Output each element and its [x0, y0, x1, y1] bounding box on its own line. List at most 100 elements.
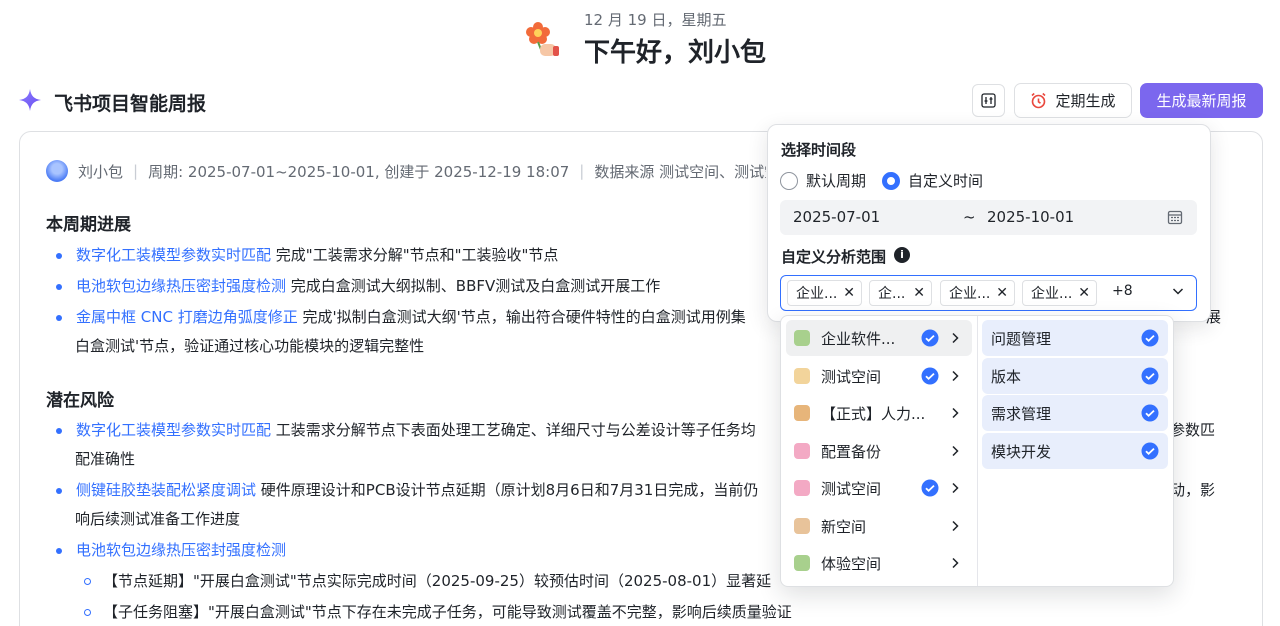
item-text: 完成'拟制白盒测试大纲'节点，输出符合硬件特性的白盒测试用例集 [302, 308, 746, 326]
schedule-button-label: 定期生成 [1055, 92, 1116, 110]
chevron-right-icon [952, 557, 959, 569]
bullet-dot [56, 487, 62, 494]
item-text: 完成白盒测试大纲拟制、BBFV测试及白盒测试开展工作 [290, 277, 661, 295]
date-end: 2025-10-01 [987, 208, 1075, 226]
module-item[interactable]: 需求管理 [982, 395, 1168, 431]
project-link[interactable]: 数字化工装模型参数实时匹配 [76, 246, 271, 264]
info-icon[interactable]: i [894, 247, 910, 263]
space-label: 测试空间 [821, 367, 882, 386]
project-link[interactable]: 电池软包边缘热压密封强度检测 [76, 541, 286, 559]
more-tags-count[interactable]: +8 [1112, 283, 1133, 299]
space-icon [794, 330, 810, 346]
item-text-tail: 动，影 [1170, 481, 1216, 499]
scope-tag: 企业... ✕ [787, 280, 862, 306]
space-item[interactable]: 【正式】人力... [786, 395, 972, 431]
item-text: 完成"工装需求分解"节点和"工装验收"节点 [275, 246, 559, 264]
tag-label: 企业... [949, 286, 991, 302]
schedule-button[interactable]: 定期生成 [1014, 83, 1132, 118]
space-icon [794, 442, 810, 459]
bullet-dot [56, 427, 62, 434]
tag-label: 企业... [1031, 286, 1073, 302]
bullet-ring [84, 609, 91, 616]
greeting-date: 12 月 19 日，星期五 [584, 11, 727, 29]
module-label: 问题管理 [991, 330, 1052, 348]
module-item[interactable]: 问题管理 [982, 320, 1168, 356]
date-range-picker[interactable]: 2025-07-01 ~ 2025-10-01 [780, 200, 1197, 235]
space-icon [794, 367, 810, 384]
bullet-dot [56, 547, 62, 554]
radio-label: 默认周期 [806, 172, 867, 190]
bullet-ring [84, 578, 91, 585]
date-start: 2025-07-01 [793, 208, 881, 226]
tag-close-icon[interactable]: ✕ [996, 285, 1008, 301]
check-icon [1141, 367, 1159, 384]
bullet-dot [56, 283, 62, 290]
module-label: 需求管理 [991, 405, 1052, 423]
chevron-right-icon [952, 445, 959, 456]
tag-close-icon[interactable]: ✕ [843, 285, 855, 301]
tag-close-icon[interactable]: ✕ [1078, 285, 1090, 301]
greeting-title: 下午好，刘小包 [584, 38, 767, 68]
check-icon [1141, 329, 1159, 347]
author-name: 刘小包 [78, 162, 124, 181]
radio-circle [780, 171, 798, 190]
module-item[interactable]: 模块开发 [982, 432, 1168, 469]
space-item[interactable]: 体验空间 [786, 545, 972, 581]
space-item[interactable]: 测试空间 [786, 358, 972, 394]
item-text-continued: 响后续测试准备工作进度 [75, 510, 241, 528]
scope-label: 自定义分析范围 [781, 248, 887, 266]
sparkle-icon [19, 89, 41, 111]
check-icon [921, 367, 939, 384]
project-link[interactable]: 侧键硅胶垫装配松紧度调试 [76, 481, 256, 499]
tag-label: 企业... [796, 286, 838, 302]
tag-label: 企... [878, 286, 906, 302]
report-period: 周期: 2025-07-01~2025-10-01, 创建于 2025-12-1… [148, 162, 570, 181]
space-label: 企业软件... [821, 330, 896, 348]
radio-label: 自定义时间 [908, 172, 984, 190]
bullet-dot [56, 314, 62, 321]
chevron-right-icon [952, 520, 959, 531]
flower-hand-icon [526, 22, 559, 56]
sub-item-text: 【节点延期】"开展白盒测试"节点实际完成时间（2025-09-25）较预估时间（… [103, 572, 772, 590]
sub-item-text: 【子任务阻塞】"开展白盒测试"节点下存在未完成子任务，可能导致测试覆盖不完整，影… [103, 603, 792, 621]
space-icon [794, 405, 810, 421]
module-label: 版本 [991, 367, 1022, 386]
project-link[interactable]: 电池软包边缘热压密封强度检测 [76, 277, 286, 295]
space-label: 体验空间 [821, 555, 882, 573]
generate-report-button[interactable]: 生成最新周报 [1140, 83, 1263, 118]
check-icon [1141, 404, 1159, 422]
report-meta: 刘小包 | 周期: 2025-07-01~2025-10-01, 创建于 202… [46, 160, 766, 182]
space-icon [794, 517, 810, 534]
radio-default-period[interactable]: 默认周期 [780, 170, 866, 191]
module-item[interactable]: 版本 [982, 357, 1168, 394]
project-link[interactable]: 金属中框 CNC 打磨边角弧度修正 [76, 308, 298, 326]
space-item[interactable]: 新空间 [786, 508, 972, 544]
space-icon [794, 555, 810, 571]
space-label: 【正式】人力... [821, 405, 926, 423]
section-title-progress: 本周期进展 [46, 215, 131, 235]
sliders-icon [981, 93, 996, 108]
period-label: 选择时间段 [781, 141, 857, 159]
item-text: 工装需求分解节点下表面处理工艺确定、详细尺寸与公差设计等子任务均 [275, 421, 756, 439]
page-title: 飞书项目智能周报 [54, 93, 207, 115]
space-icon [794, 480, 810, 496]
data-source: 数据来源 测试空间、测试空 [594, 162, 766, 181]
space-item[interactable]: 企业软件... [786, 320, 972, 356]
space-item[interactable]: 测试空间 [786, 470, 972, 506]
space-item[interactable]: 配置备份 [786, 433, 972, 469]
project-link[interactable]: 数字化工装模型参数实时匹配 [76, 421, 271, 439]
chevron-right-icon [952, 332, 959, 344]
divider: | [579, 162, 585, 180]
check-icon [921, 329, 939, 347]
check-icon [921, 479, 939, 497]
sub-list-item: 【节点延期】"开展白盒测试"节点实际完成时间（2025-09-25）较预估时间（… [84, 570, 771, 591]
section-title-risks: 潜在风险 [46, 391, 114, 411]
chevron-right-icon [952, 370, 959, 381]
chevron-down-icon[interactable] [1170, 283, 1186, 299]
date-separator: ~ [963, 208, 976, 226]
item-text: 硬件原理设计和PCB设计节点延期（原计划8月6日和7月31日完成，当前仍 [260, 481, 759, 499]
settings-button[interactable] [972, 84, 1005, 117]
radio-custom-time[interactable]: 自定义时间 [882, 170, 983, 191]
sub-list-item: 【子任务阻塞】"开展白盒测试"节点下存在未完成子任务，可能导致测试覆盖不完整，影… [84, 601, 792, 622]
tag-close-icon[interactable]: ✕ [913, 285, 925, 301]
